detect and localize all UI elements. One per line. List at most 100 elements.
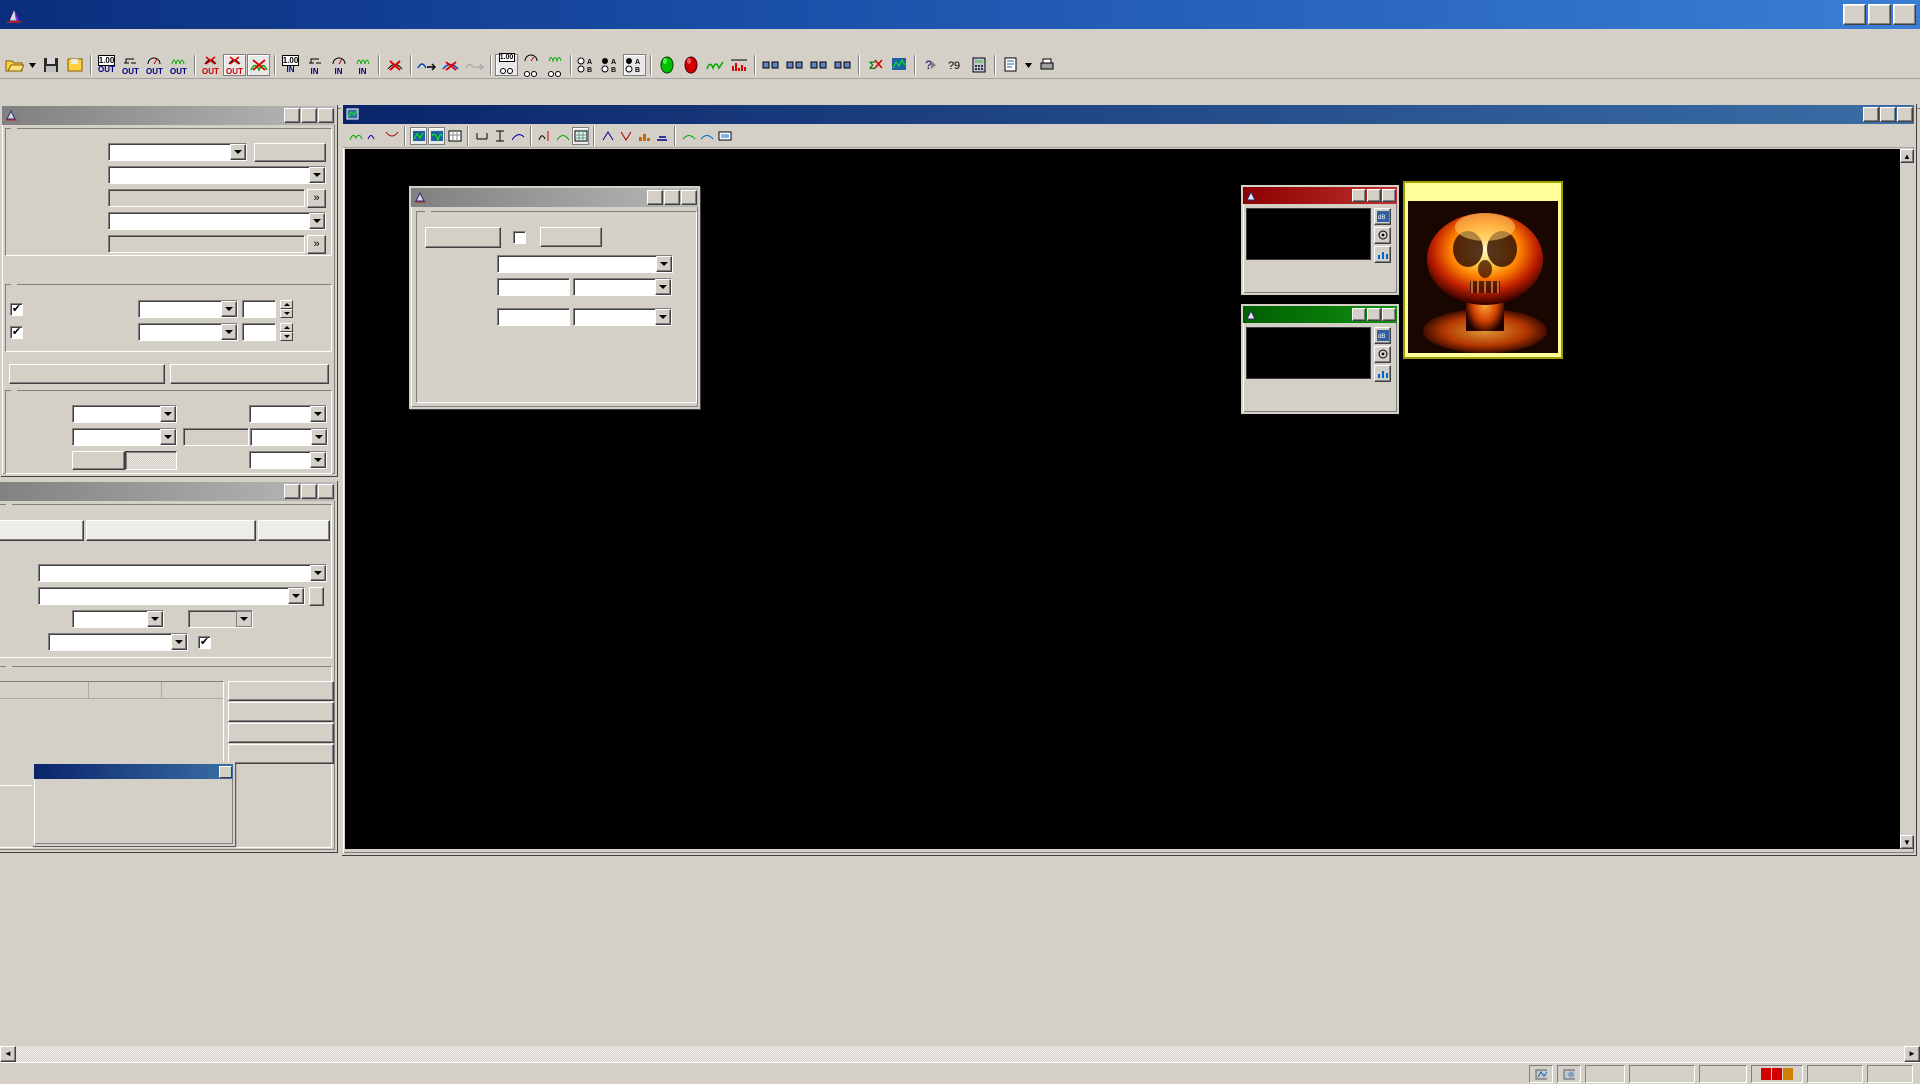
analyzer-level-in-icon[interactable]: 1.00 IN	[279, 54, 302, 76]
graph-scope-view-icon[interactable]	[428, 126, 445, 145]
dithering-select[interactable]	[48, 633, 188, 651]
threshold-unit-select[interactable]	[250, 428, 328, 446]
help-question-icon[interactable]: ? 9	[943, 54, 966, 76]
graph-titlebar[interactable]	[343, 105, 1914, 124]
generator-balance-out-icon[interactable]: OUT	[119, 54, 142, 76]
maximize-button[interactable]	[1868, 4, 1891, 25]
legend-titlebar[interactable]	[34, 764, 233, 779]
fft-reading-maximize-button[interactable]	[1367, 189, 1381, 202]
open-icon[interactable]	[3, 54, 26, 76]
bottom-horizontal-scrollbar[interactable]: ◄ ►	[0, 1045, 1920, 1062]
graph-curve-3-icon[interactable]	[383, 127, 400, 145]
soundcard-maximize-button[interactable]	[301, 484, 317, 499]
chevron-down-icon[interactable]	[310, 406, 326, 422]
polarity-negative-button[interactable]	[125, 450, 177, 470]
sweep-start-icon[interactable]	[415, 54, 438, 76]
chevron-down-icon[interactable]	[309, 213, 325, 229]
generator-waveform-out-icon[interactable]: OUT	[167, 54, 190, 76]
ct-reading-close-button[interactable]	[1382, 308, 1396, 321]
chevron-down-icon[interactable]	[656, 256, 672, 272]
generator-level-out-icon[interactable]: 1.00 OUT	[95, 54, 118, 76]
readings-meter-icon[interactable]	[519, 54, 542, 77]
ct-reading-maximize-button[interactable]	[1367, 308, 1381, 321]
scroll-down-icon[interactable]: ▼	[1900, 835, 1914, 849]
bargraph-2-icon[interactable]	[783, 54, 806, 76]
minimize-button[interactable]	[1843, 4, 1866, 25]
graph-peak-hold-icon[interactable]	[635, 127, 652, 145]
chevron-down-icon[interactable]	[310, 452, 326, 468]
siggen-close-button[interactable]	[681, 190, 697, 205]
frequency-unit-select[interactable]	[573, 308, 672, 326]
mute-soundcard-outputs-button[interactable]	[86, 519, 256, 541]
fft-reading-graph-icon[interactable]	[1374, 246, 1391, 263]
user-weighting-field[interactable]	[108, 235, 305, 253]
sample-buffers-spinner[interactable]	[280, 300, 293, 318]
ct-reading-graph-icon[interactable]	[1374, 365, 1391, 382]
fft-spectrum-icon[interactable]	[727, 54, 750, 76]
chevron-down-icon[interactable]	[221, 301, 237, 317]
phase-invert-checkbox[interactable]	[513, 230, 526, 244]
sample-buffers-count-field[interactable]	[242, 300, 276, 318]
bargraph-4-icon[interactable]	[831, 54, 854, 76]
graph-marker-b-icon[interactable]	[617, 127, 634, 145]
graph-trace-green-icon[interactable]	[680, 127, 697, 145]
chevron-down-icon[interactable]	[310, 565, 326, 581]
soundcard-channel-b-button[interactable]	[258, 519, 330, 541]
soundcard-titlebar[interactable]	[0, 482, 335, 501]
scroll-up-icon[interactable]: ▲	[1900, 149, 1914, 163]
soundcard-channel-a-button[interactable]	[0, 519, 84, 541]
chevron-down-icon[interactable]	[288, 588, 304, 604]
window-function-select[interactable]	[108, 166, 326, 184]
graph-annotate-icon[interactable]	[653, 127, 670, 145]
asio-config-button[interactable]	[309, 586, 324, 606]
graph-zoom-y-icon[interactable]	[491, 127, 508, 145]
open-dropdown-icon[interactable]	[27, 54, 38, 76]
soundcard-minimize-button[interactable]	[284, 484, 300, 499]
fft-reading-minimize-button[interactable]	[1352, 189, 1366, 202]
sample-rate-select[interactable]	[72, 610, 164, 628]
graph-close-button[interactable]	[1897, 107, 1913, 122]
all-channel-b-button[interactable]	[228, 702, 334, 722]
ct-reading-units-icon[interactable]: dB	[1374, 327, 1391, 344]
generator-meter-out-icon[interactable]: OUT	[143, 54, 166, 76]
chevron-down-icon[interactable]	[171, 634, 187, 650]
print-icon[interactable]	[1035, 54, 1058, 76]
go-green-icon[interactable]	[655, 54, 678, 76]
generator-mute-icon[interactable]: OUT	[223, 53, 246, 76]
import-buffer-button[interactable]	[170, 364, 329, 384]
analyzer-mute-icon[interactable]	[383, 54, 406, 76]
ct-reading-minimize-button[interactable]	[1352, 308, 1366, 321]
graph-autoscale-icon[interactable]	[509, 127, 526, 145]
soundcard-close-button[interactable]	[318, 484, 334, 499]
graph-curve-1-icon[interactable]	[347, 127, 364, 145]
graph-table-view-icon[interactable]	[446, 127, 463, 145]
new-document-dropdown-icon[interactable]	[1023, 54, 1034, 76]
graph-minimize-button[interactable]	[1863, 107, 1879, 122]
channel-ab-select-3-icon[interactable]: AB	[623, 53, 646, 76]
user-window-field[interactable]	[108, 189, 305, 207]
graph-marker-a-icon[interactable]	[599, 127, 616, 145]
sample-buffers-mode-select[interactable]	[138, 300, 238, 318]
amplitude-unit-select[interactable]	[573, 278, 672, 296]
fft-reading-units-icon[interactable]: dB	[1374, 208, 1391, 225]
threshold-value-field[interactable]	[183, 428, 249, 446]
scroll-left-icon[interactable]: ◄	[0, 1045, 16, 1062]
chevron-down-icon[interactable]	[147, 611, 163, 627]
all-channels-off-button[interactable]	[228, 723, 334, 743]
user-window-browse-button[interactable]: »	[307, 188, 326, 208]
calculator-icon[interactable]	[967, 54, 990, 76]
amplitude-field[interactable]	[497, 278, 570, 296]
channel-ab-select-1-icon[interactable]: AB	[575, 54, 598, 76]
scope-trace-icon[interactable]	[703, 54, 726, 76]
fft-params-close-button[interactable]	[318, 108, 334, 123]
analyzer-meter-in-icon[interactable]: IN	[327, 54, 350, 76]
chevron-down-icon[interactable]	[160, 406, 176, 422]
graph-trace-blue-icon[interactable]	[698, 127, 715, 145]
scroll-right-icon[interactable]: ►	[1904, 1045, 1920, 1062]
polarity-positive-button[interactable]	[72, 450, 125, 470]
detectors-button[interactable]	[254, 142, 326, 162]
siggen-titlebar[interactable]	[411, 188, 698, 207]
no-of-points-select[interactable]	[108, 143, 247, 161]
all-channels-stereo-button[interactable]	[228, 744, 334, 764]
pre-weighting-select[interactable]	[108, 212, 326, 230]
